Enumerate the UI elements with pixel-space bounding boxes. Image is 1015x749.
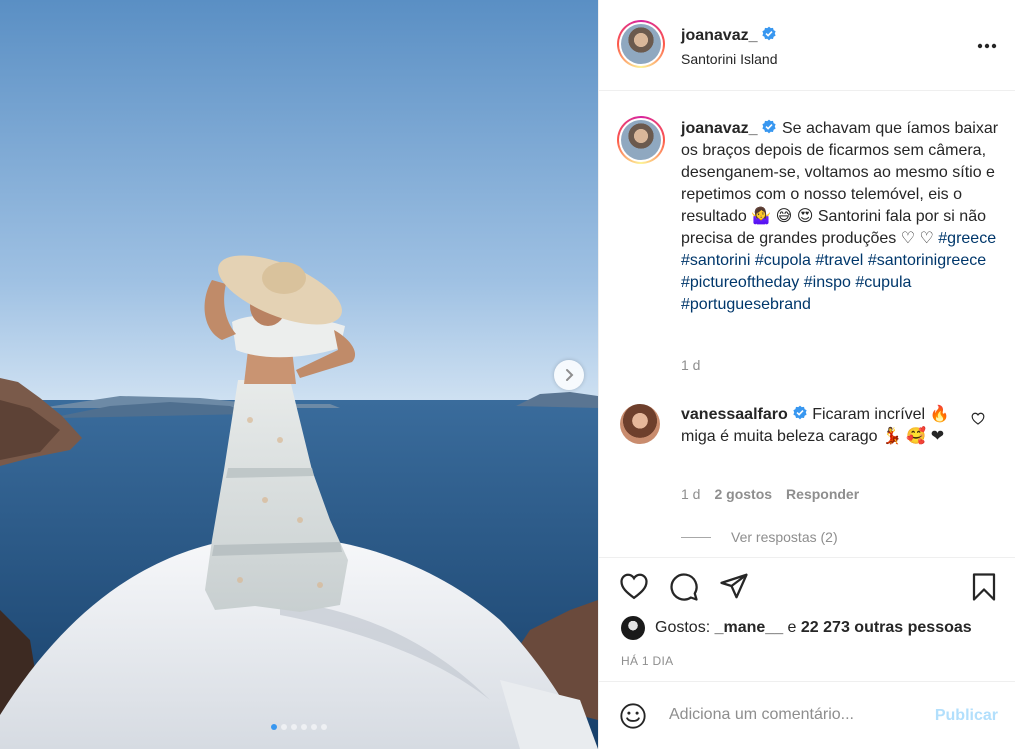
comments-section[interactable]: joanavaz_ Se achavam que íamos baixar os… bbox=[599, 92, 1015, 557]
bookmark-icon bbox=[972, 573, 996, 601]
reply-button[interactable]: Responder bbox=[786, 486, 859, 502]
carousel-dot bbox=[311, 724, 317, 730]
post-location[interactable]: Santorini Island bbox=[681, 51, 778, 67]
hashtag-link[interactable]: #santorinigreece bbox=[868, 252, 986, 269]
caption-text: joanavaz_ Se achavam que íamos baixar os… bbox=[681, 118, 1003, 316]
share-button[interactable] bbox=[719, 572, 749, 605]
comment-meta: 1 d 2 gostos Responder bbox=[681, 486, 859, 502]
hashtag-link[interactable]: #inspo bbox=[804, 274, 851, 291]
post-header: joanavaz_ Santorini Island bbox=[599, 0, 1015, 91]
paper-plane-icon bbox=[720, 573, 748, 599]
hashtag-link[interactable]: #cupola bbox=[755, 252, 811, 269]
more-options-icon bbox=[977, 43, 997, 49]
avatar[interactable] bbox=[617, 20, 665, 68]
comment-username[interactable]: vanessaalfaro bbox=[681, 406, 788, 423]
divider bbox=[681, 536, 711, 538]
verified-badge-icon bbox=[762, 26, 777, 41]
comment-text: vanessaalfaro Ficaram incrível 🔥 miga é … bbox=[681, 404, 951, 448]
next-photo-button[interactable] bbox=[554, 360, 584, 390]
header-username[interactable]: joanavaz_ bbox=[681, 26, 777, 45]
verified-badge-icon bbox=[793, 405, 807, 420]
post-actions: Gostos: _mane__ e 22 273 outras pessoas … bbox=[599, 557, 1015, 681]
more-options-button[interactable] bbox=[977, 36, 997, 54]
carousel-dot bbox=[291, 724, 297, 730]
username-text[interactable]: joanavaz_ bbox=[681, 27, 757, 44]
likes-prefix: Gostos: bbox=[655, 619, 711, 636]
comment-time[interactable]: 1 d bbox=[681, 486, 700, 502]
emoji-button[interactable] bbox=[619, 702, 647, 735]
save-button[interactable] bbox=[971, 572, 997, 607]
avatar[interactable] bbox=[621, 616, 645, 640]
likes-summary: Gostos: _mane__ e 22 273 outras pessoas bbox=[621, 616, 972, 640]
post-image bbox=[0, 0, 598, 749]
comment-button[interactable] bbox=[669, 572, 699, 607]
comment-bubble-icon bbox=[670, 573, 698, 601]
publish-button[interactable]: Publicar bbox=[935, 707, 998, 725]
caption-body: Se achavam que íamos baixar os braços de… bbox=[681, 120, 999, 247]
view-replies-button[interactable]: Ver respostas (2) bbox=[681, 529, 838, 545]
likes-others[interactable]: 22 273 outras pessoas bbox=[801, 619, 972, 637]
hashtag-link[interactable]: #santorini bbox=[681, 252, 750, 269]
carousel-dot bbox=[301, 724, 307, 730]
hashtag-link[interactable]: #pictureoftheday bbox=[681, 274, 799, 291]
post-timestamp[interactable]: HÁ 1 DIA bbox=[621, 654, 673, 668]
carousel-dot bbox=[321, 724, 327, 730]
carousel-dot bbox=[281, 724, 287, 730]
carousel-dot bbox=[271, 724, 277, 730]
hashtag-link[interactable]: #portuguesebrand bbox=[681, 296, 811, 313]
carousel-indicator bbox=[0, 724, 598, 730]
comment-like-button[interactable] bbox=[971, 412, 985, 430]
post-photo[interactable] bbox=[0, 0, 598, 749]
hashtag-link[interactable]: #travel bbox=[815, 252, 863, 269]
heart-icon bbox=[620, 573, 648, 600]
likes-connector: e bbox=[787, 619, 797, 636]
heart-icon bbox=[971, 412, 985, 425]
post-side-panel: joanavaz_ Santorini Island joanavaz_ Se … bbox=[598, 0, 1015, 749]
caption-username[interactable]: joanavaz_ bbox=[681, 120, 757, 137]
liker-username[interactable]: _mane__ bbox=[715, 619, 784, 637]
avatar[interactable] bbox=[620, 404, 660, 444]
avatar[interactable] bbox=[617, 116, 665, 164]
emoji-smile-icon bbox=[620, 703, 646, 729]
view-replies-label[interactable]: Ver respostas (2) bbox=[731, 529, 838, 545]
verified-badge-icon bbox=[762, 119, 777, 134]
comment-input[interactable] bbox=[669, 706, 919, 724]
hashtag-link[interactable]: #cupula bbox=[855, 274, 911, 291]
comment-likes-count[interactable]: 2 gostos bbox=[714, 486, 772, 502]
like-button[interactable] bbox=[619, 572, 649, 605]
add-comment-bar: Publicar bbox=[599, 681, 1015, 749]
chevron-right-icon bbox=[566, 369, 574, 381]
hashtag-link[interactable]: #greece bbox=[938, 230, 996, 247]
caption-time[interactable]: 1 d bbox=[681, 357, 700, 373]
